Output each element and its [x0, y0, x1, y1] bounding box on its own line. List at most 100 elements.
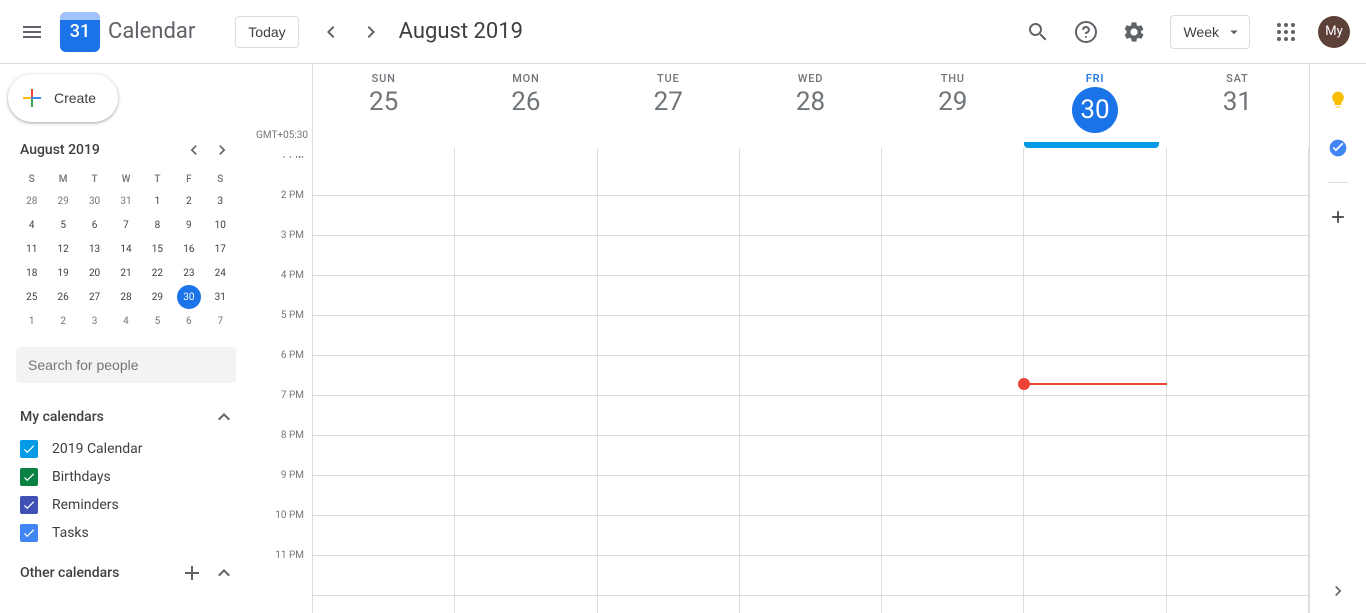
mini-calendar-header: August 2019: [12, 136, 240, 164]
date-number[interactable]: 30: [1072, 87, 1118, 133]
mini-day[interactable]: 3: [79, 309, 110, 333]
mini-day[interactable]: 4: [16, 213, 47, 237]
mini-day[interactable]: 21: [110, 261, 141, 285]
dow-label: THU: [882, 72, 1023, 85]
day-header[interactable]: THU 29: [882, 64, 1024, 148]
mini-day[interactable]: 28: [16, 189, 47, 213]
mini-day[interactable]: 16: [173, 237, 204, 261]
mini-day[interactable]: 27: [79, 285, 110, 309]
mini-day[interactable]: 29: [47, 189, 78, 213]
mini-prev-month[interactable]: [180, 136, 208, 164]
account-avatar[interactable]: My: [1318, 16, 1350, 48]
next-period-button[interactable]: [351, 12, 391, 52]
mini-day[interactable]: 14: [110, 237, 141, 261]
day-column[interactable]: [882, 156, 1024, 613]
mini-day[interactable]: 12: [47, 237, 78, 261]
mini-day[interactable]: 3: [205, 189, 236, 213]
day-header[interactable]: FRI30: [1024, 64, 1166, 148]
date-number[interactable]: 27: [598, 87, 739, 117]
date-number[interactable]: 25: [313, 87, 454, 117]
time-grid[interactable]: 1 PM2 PM3 PM4 PM5 PM6 PM7 PM8 PM9 PM10 P…: [256, 156, 1309, 613]
calendar-item[interactable]: 2019 Calendar: [12, 435, 240, 463]
calendar-item[interactable]: Birthdays: [12, 463, 240, 491]
keep-addon-icon[interactable]: [1328, 90, 1348, 110]
mini-day[interactable]: 7: [205, 309, 236, 333]
calendar-checkbox[interactable]: [20, 440, 38, 458]
day-column[interactable]: [455, 156, 597, 613]
support-button[interactable]: [1066, 12, 1106, 52]
create-button[interactable]: Create: [8, 74, 118, 122]
today-button[interactable]: Today: [235, 16, 298, 48]
mini-day[interactable]: 20: [79, 261, 110, 285]
calendar-checkbox[interactable]: [20, 524, 38, 542]
day-column[interactable]: [313, 156, 455, 613]
date-number[interactable]: 29: [882, 87, 1023, 117]
calendar-item[interactable]: Reminders: [12, 491, 240, 519]
mini-day[interactable]: 18: [16, 261, 47, 285]
day-column[interactable]: [598, 156, 740, 613]
mini-day[interactable]: 28: [110, 285, 141, 309]
mini-day[interactable]: 17: [205, 237, 236, 261]
mini-day[interactable]: 1: [16, 309, 47, 333]
day-header[interactable]: SAT31: [1167, 64, 1309, 148]
mini-day[interactable]: 6: [173, 309, 204, 333]
day-header[interactable]: WED28: [740, 64, 882, 148]
mini-day[interactable]: 4: [110, 309, 141, 333]
mini-calendar[interactable]: SMTWTFS282930311234567891011121314151617…: [12, 170, 240, 333]
main-menu-button[interactable]: [8, 8, 56, 56]
date-number[interactable]: 28: [740, 87, 881, 117]
mini-day[interactable]: 26: [47, 285, 78, 309]
mini-day[interactable]: 31: [110, 189, 141, 213]
view-switcher[interactable]: Week: [1170, 15, 1250, 49]
logo[interactable]: 31 Calendar: [60, 12, 195, 52]
add-calendar-icon[interactable]: [180, 561, 204, 585]
search-button[interactable]: [1018, 12, 1058, 52]
date-number[interactable]: 31: [1167, 87, 1308, 117]
day-column[interactable]: [1167, 156, 1309, 613]
day-column[interactable]: [740, 156, 882, 613]
tasks-addon-icon[interactable]: [1328, 138, 1348, 158]
mini-day[interactable]: 29: [142, 285, 173, 309]
mini-day[interactable]: 10: [205, 213, 236, 237]
mini-day[interactable]: 23: [173, 261, 204, 285]
mini-day[interactable]: 13: [79, 237, 110, 261]
mini-day[interactable]: 31: [205, 285, 236, 309]
mini-day[interactable]: 30: [79, 189, 110, 213]
other-calendars-toggle[interactable]: Other calendars: [12, 555, 240, 591]
my-calendars-toggle[interactable]: My calendars: [12, 399, 240, 435]
mini-day[interactable]: 2: [47, 309, 78, 333]
mini-day[interactable]: 24: [205, 261, 236, 285]
allday-event[interactable]: [1024, 142, 1158, 148]
mini-day[interactable]: 25: [16, 285, 47, 309]
day-header[interactable]: MON26: [455, 64, 597, 148]
mini-day[interactable]: 15: [142, 237, 173, 261]
mini-day[interactable]: 19: [47, 261, 78, 285]
hour-label: 9 PM: [256, 470, 312, 510]
mini-next-month[interactable]: [208, 136, 236, 164]
hide-side-panel-button[interactable]: [1328, 581, 1348, 601]
calendar-checkbox[interactable]: [20, 468, 38, 486]
mini-day[interactable]: 7: [110, 213, 141, 237]
mini-day[interactable]: 5: [142, 309, 173, 333]
settings-button[interactable]: [1114, 12, 1154, 52]
day-header[interactable]: SUN25: [313, 64, 455, 148]
mini-day[interactable]: 6: [79, 213, 110, 237]
mini-day[interactable]: 22: [142, 261, 173, 285]
mini-day[interactable]: 5: [47, 213, 78, 237]
hour-label: 7 PM: [256, 390, 312, 430]
mini-day[interactable]: 1: [142, 189, 173, 213]
mini-day[interactable]: 9: [173, 213, 204, 237]
google-apps-button[interactable]: [1266, 12, 1306, 52]
date-number[interactable]: 26: [455, 87, 596, 117]
allday-row[interactable]: [312, 148, 1309, 156]
prev-period-button[interactable]: [311, 12, 351, 52]
mini-day[interactable]: 2: [173, 189, 204, 213]
mini-day[interactable]: 8: [142, 213, 173, 237]
mini-day[interactable]: 11: [16, 237, 47, 261]
calendar-checkbox[interactable]: [20, 496, 38, 514]
day-header[interactable]: TUE27: [598, 64, 740, 148]
search-people-input[interactable]: [16, 347, 236, 383]
calendar-item[interactable]: Tasks: [12, 519, 240, 547]
mini-day[interactable]: 30: [173, 285, 204, 309]
get-addons-button[interactable]: [1328, 207, 1348, 227]
